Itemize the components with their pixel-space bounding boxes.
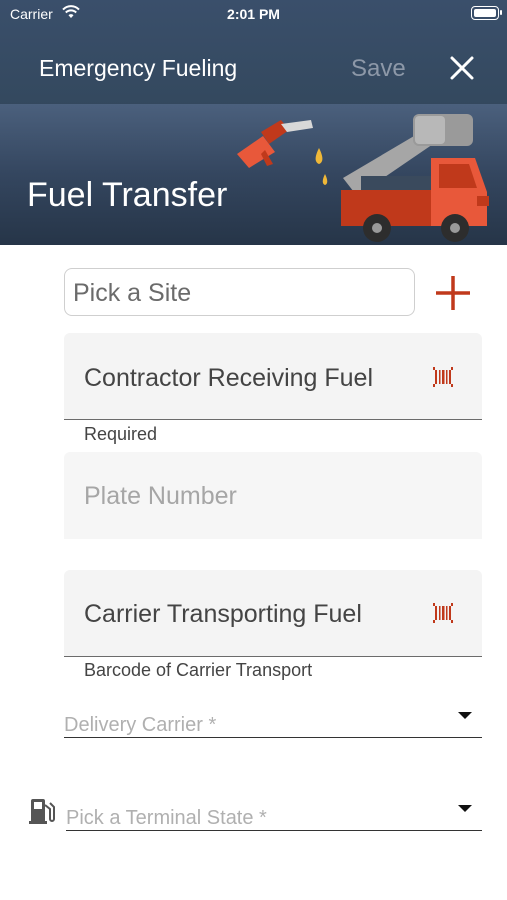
terminal-state-select[interactable]: Pick a Terminal State * (66, 793, 482, 831)
status-bar: Carrier 2:01 PM (0, 0, 507, 28)
delivery-carrier-select[interactable]: Delivery Carrier * (64, 700, 482, 738)
carrier-transporting-fuel-field[interactable]: Carrier Transporting Fuel (64, 570, 482, 657)
plate-number-placeholder: Plate Number (84, 482, 237, 510)
chevron-down-icon (458, 805, 472, 812)
fuel-truck-illustration (237, 114, 489, 242)
battery-icon (471, 6, 502, 20)
delivery-carrier-placeholder: Delivery Carrier * (64, 714, 217, 736)
fuel-pump-icon (29, 799, 55, 824)
save-button[interactable]: Save (351, 55, 406, 83)
pick-site-input[interactable]: Pick a Site (64, 268, 415, 316)
plate-number-field[interactable]: Plate Number (64, 452, 482, 539)
add-site-button[interactable] (434, 274, 472, 312)
clock: 2:01 PM (227, 6, 280, 22)
app-header: Carrier 2:01 PM Emergency Fueling Save F… (0, 0, 507, 245)
close-icon[interactable] (448, 54, 476, 82)
page-title: Fuel Transfer (27, 176, 228, 214)
contractor-helper-text: Required (84, 424, 158, 444)
chevron-down-icon (458, 712, 472, 719)
fuel-nozzle-icon (237, 120, 313, 168)
barcode-scan-icon[interactable] (432, 602, 454, 624)
carrier-helper-text: Barcode of Carrier Transport (84, 660, 313, 680)
carrier-field-label: Carrier Transporting Fuel (84, 600, 362, 628)
nav-title: Emergency Fueling (39, 55, 238, 81)
barcode-scan-icon[interactable] (432, 366, 454, 388)
contractor-receiving-fuel-field[interactable]: Contractor Receiving Fuel (64, 333, 482, 420)
contractor-field-label: Contractor Receiving Fuel (84, 364, 374, 392)
terminal-state-placeholder: Pick a Terminal State * (66, 807, 267, 829)
pick-site-placeholder: Pick a Site (73, 279, 192, 307)
